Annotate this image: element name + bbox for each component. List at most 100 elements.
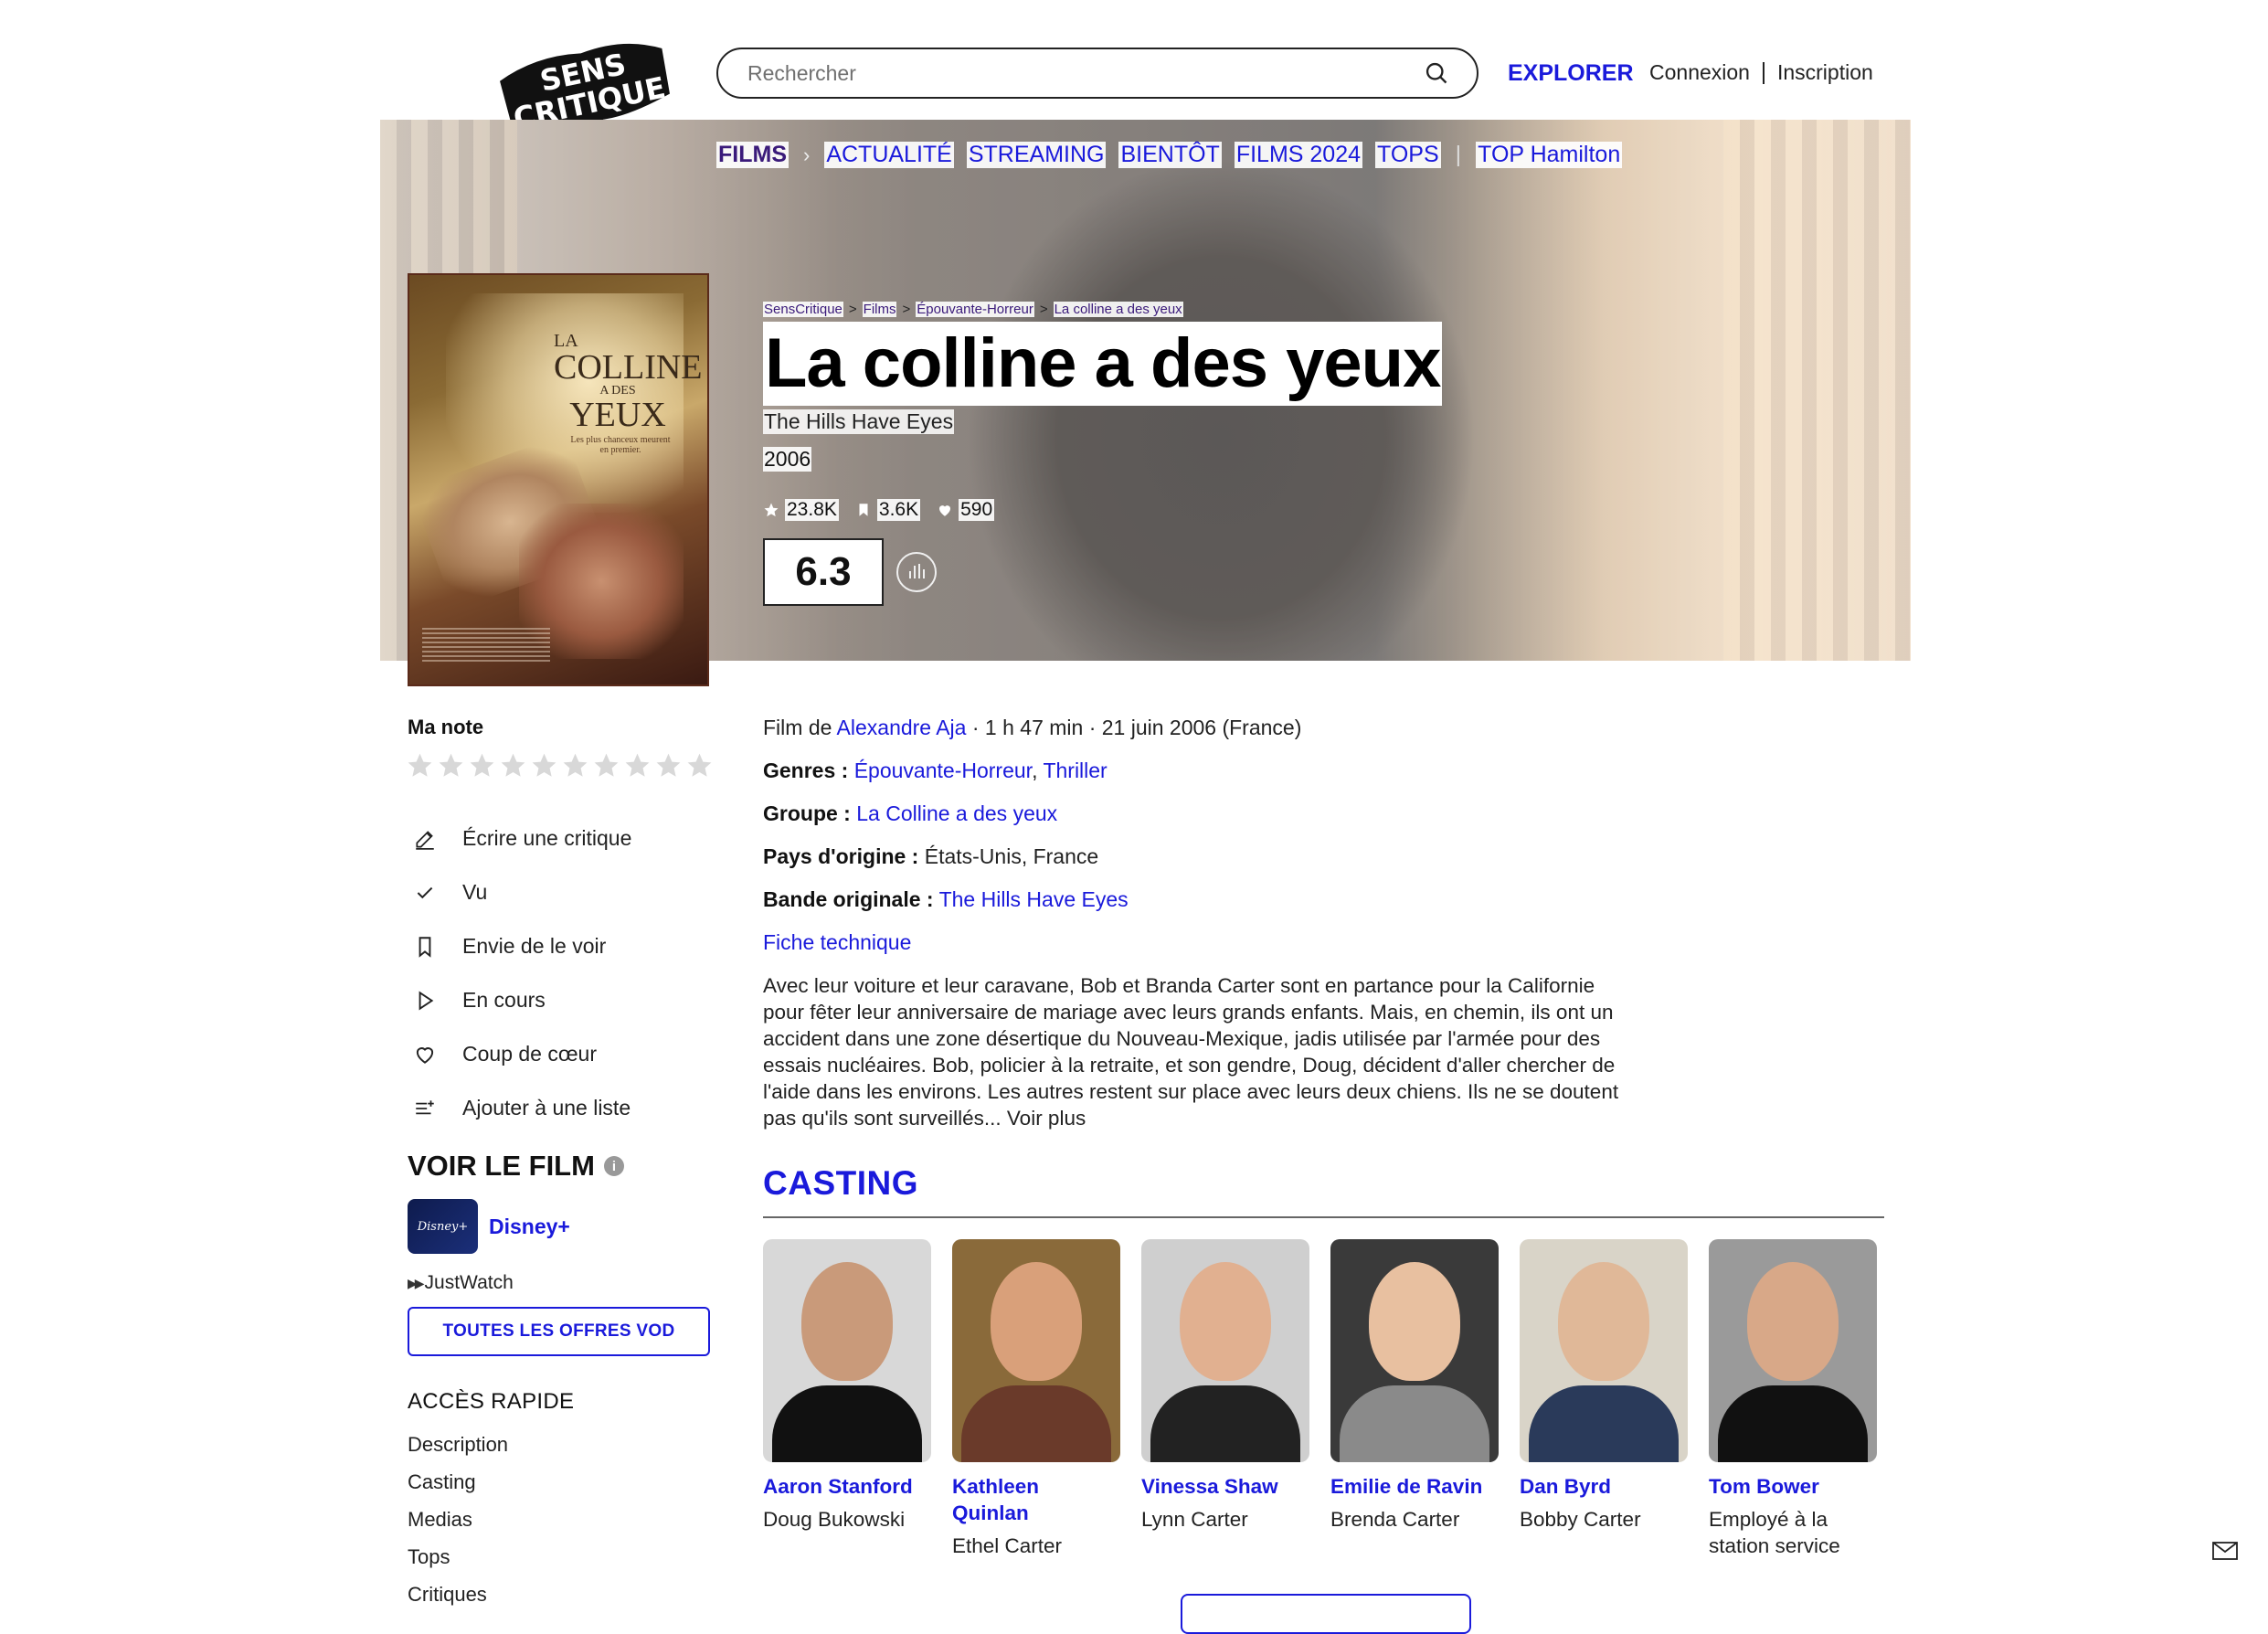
quick-link-critiques[interactable]: Critiques bbox=[408, 1583, 508, 1620]
provider-disney[interactable]: Disney+ Disney+ bbox=[408, 1199, 570, 1254]
star-icon[interactable] bbox=[561, 751, 589, 780]
actor-role: Bobby Carter bbox=[1520, 1508, 1641, 1531]
watch-section-title: VOIR LE FILM i bbox=[408, 1150, 624, 1183]
actor-name[interactable]: Tom Bower bbox=[1709, 1473, 1877, 1500]
actor-name[interactable]: Dan Byrd bbox=[1520, 1473, 1688, 1500]
nav-tops[interactable]: TOPS bbox=[1375, 142, 1441, 168]
cast-card[interactable]: Kathleen Quinlan Ethel Carter bbox=[952, 1239, 1120, 1559]
search-bar[interactable] bbox=[716, 48, 1478, 99]
cast-card[interactable]: Emilie de Ravin Brenda Carter bbox=[1330, 1239, 1499, 1559]
nav-streaming[interactable]: STREAMING bbox=[966, 142, 1107, 168]
actor-role: Lynn Carter bbox=[1141, 1508, 1248, 1531]
actor-role: Ethel Carter bbox=[952, 1534, 1063, 1557]
director-row: Film de Alexandre Aja · 1 h 47 min · 21 … bbox=[763, 716, 1302, 739]
actor-name[interactable]: Emilie de Ravin bbox=[1330, 1473, 1499, 1500]
more-cast-button[interactable] bbox=[1181, 1594, 1471, 1634]
add-to-list-action[interactable]: Ajouter à une liste bbox=[413, 1081, 631, 1135]
actor-photo[interactable] bbox=[1520, 1239, 1688, 1462]
star-icon[interactable] bbox=[437, 751, 465, 780]
actor-name[interactable]: Aaron Stanford bbox=[763, 1473, 931, 1500]
search-input[interactable] bbox=[746, 59, 1424, 87]
bookmark-icon bbox=[859, 504, 868, 516]
disney-plus-logo: Disney+ bbox=[408, 1199, 478, 1254]
quick-link-tops[interactable]: Tops bbox=[408, 1545, 508, 1583]
cast-card[interactable]: Aaron Stanford Doug Bukowski bbox=[763, 1239, 931, 1559]
my-rating-stars[interactable] bbox=[406, 751, 714, 780]
fiche-technique-link[interactable]: Fiche technique bbox=[763, 930, 911, 954]
all-vod-offers-button[interactable]: TOUTES LES OFFRES VOD bbox=[408, 1307, 710, 1356]
genre-link-horror[interactable]: Épouvante-Horreur bbox=[854, 759, 1032, 782]
signup-link[interactable]: Inscription bbox=[1777, 60, 1873, 85]
average-score: 6.3 bbox=[763, 538, 884, 606]
genres-row: Genres : Épouvante-Horreur, Thriller bbox=[763, 759, 1108, 782]
quick-access-title: ACCÈS RAPIDE bbox=[408, 1389, 575, 1414]
group-link[interactable]: La Colline a des yeux bbox=[856, 801, 1057, 825]
quick-link-medias[interactable]: Medias bbox=[408, 1508, 508, 1545]
info-icon[interactable]: i bbox=[603, 1156, 624, 1176]
my-rating-label: Ma note bbox=[408, 716, 484, 738]
breadcrumb-current: La colline a des yeux bbox=[1053, 302, 1183, 317]
quick-link-description[interactable]: Description bbox=[408, 1433, 508, 1470]
mail-icon[interactable] bbox=[2211, 1540, 2239, 1562]
nav-actualite[interactable]: ACTUALITÉ bbox=[824, 142, 954, 168]
actor-name[interactable]: Vinessa Shaw bbox=[1141, 1473, 1309, 1500]
actor-photo[interactable] bbox=[1709, 1239, 1877, 1462]
genre-link-thriller[interactable]: Thriller bbox=[1043, 759, 1107, 782]
cast-card[interactable]: Vinessa Shaw Lynn Carter bbox=[1141, 1239, 1309, 1559]
movie-poster[interactable]: LA COLLINE A DES YEUX Les plus chanceux … bbox=[408, 273, 709, 686]
nav-films-2024[interactable]: FILMS 2024 bbox=[1234, 142, 1363, 168]
poster-tagline: Les plus chanceux meurent en premier. bbox=[570, 435, 671, 455]
explorer-link[interactable]: EXPLORER bbox=[1508, 60, 1634, 87]
cast-card[interactable]: Tom Bower Employé à la station service bbox=[1709, 1239, 1877, 1559]
star-icon[interactable] bbox=[623, 751, 652, 780]
breadcrumb-senscritique[interactable]: SensCritique bbox=[763, 302, 843, 317]
in-progress-action[interactable]: En cours bbox=[413, 973, 631, 1027]
country-row: Pays d'origine : États-Unis, France bbox=[763, 844, 1099, 868]
star-icon[interactable] bbox=[406, 751, 434, 780]
star-icon[interactable] bbox=[499, 751, 527, 780]
movie-details: Film de Alexandre Aja · 1 h 47 min · 21 … bbox=[763, 716, 1301, 973]
favorites-count: 590 bbox=[937, 499, 995, 521]
favorite-action[interactable]: Coup de cœur bbox=[413, 1027, 631, 1081]
star-icon[interactable] bbox=[654, 751, 683, 780]
soundtrack-link[interactable]: The Hills Have Eyes bbox=[939, 887, 1129, 911]
casting-title: CASTING bbox=[763, 1164, 918, 1202]
actor-photo[interactable] bbox=[763, 1239, 931, 1462]
breadcrumb-genre[interactable]: Épouvante-Horreur bbox=[916, 302, 1034, 317]
star-icon[interactable] bbox=[592, 751, 620, 780]
login-link[interactable]: Connexion bbox=[1649, 60, 1750, 85]
seen-action[interactable]: Vu bbox=[413, 865, 631, 919]
quick-link-casting[interactable]: Casting bbox=[408, 1470, 508, 1508]
provider-name[interactable]: Disney+ bbox=[489, 1215, 570, 1239]
cast-card[interactable]: Dan Byrd Bobby Carter bbox=[1520, 1239, 1688, 1559]
nav-top-hamilton[interactable]: TOP Hamilton bbox=[1476, 142, 1623, 168]
fiche-row: Fiche technique bbox=[763, 930, 1301, 973]
page-title: La colline a des yeux bbox=[763, 322, 1443, 406]
heart-icon bbox=[939, 505, 951, 516]
rating-distribution-icon[interactable] bbox=[896, 551, 938, 593]
write-review-action[interactable]: Écrire une critique bbox=[413, 812, 631, 865]
search-icon[interactable] bbox=[1424, 60, 1449, 86]
auth-links: Connexion Inscription bbox=[1649, 60, 1873, 85]
nav-bientot[interactable]: BIENTÔT bbox=[1118, 142, 1222, 168]
main-nav: FILMS › ACTUALITÉ STREAMING BIENTÔT FILM… bbox=[716, 142, 1623, 168]
actor-name[interactable]: Kathleen Quinlan bbox=[952, 1473, 1120, 1526]
actor-photo[interactable] bbox=[1141, 1239, 1309, 1462]
nav-divider: | bbox=[1455, 142, 1462, 167]
actor-photo[interactable] bbox=[1330, 1239, 1499, 1462]
casting-divider bbox=[763, 1216, 1884, 1218]
actor-photo[interactable] bbox=[952, 1239, 1120, 1462]
star-icon[interactable] bbox=[530, 751, 558, 780]
star-icon[interactable] bbox=[468, 751, 496, 780]
breadcrumb-films[interactable]: Films bbox=[862, 302, 897, 317]
pencil-icon bbox=[416, 830, 434, 850]
poster-credits bbox=[422, 628, 550, 664]
wishlist-action[interactable]: Envie de le voir bbox=[413, 919, 631, 973]
poster-title: LA COLLINE A DES YEUX bbox=[554, 331, 703, 434]
breadcrumb: SensCritique > Films > Épouvante-Horreur… bbox=[763, 302, 1183, 317]
star-icon[interactable] bbox=[685, 751, 714, 780]
nav-films[interactable]: FILMS bbox=[716, 142, 789, 168]
actor-role: Employé à la station service bbox=[1709, 1508, 1840, 1557]
bookmark-icon bbox=[419, 936, 431, 958]
director-link[interactable]: Alexandre Aja bbox=[837, 716, 967, 739]
